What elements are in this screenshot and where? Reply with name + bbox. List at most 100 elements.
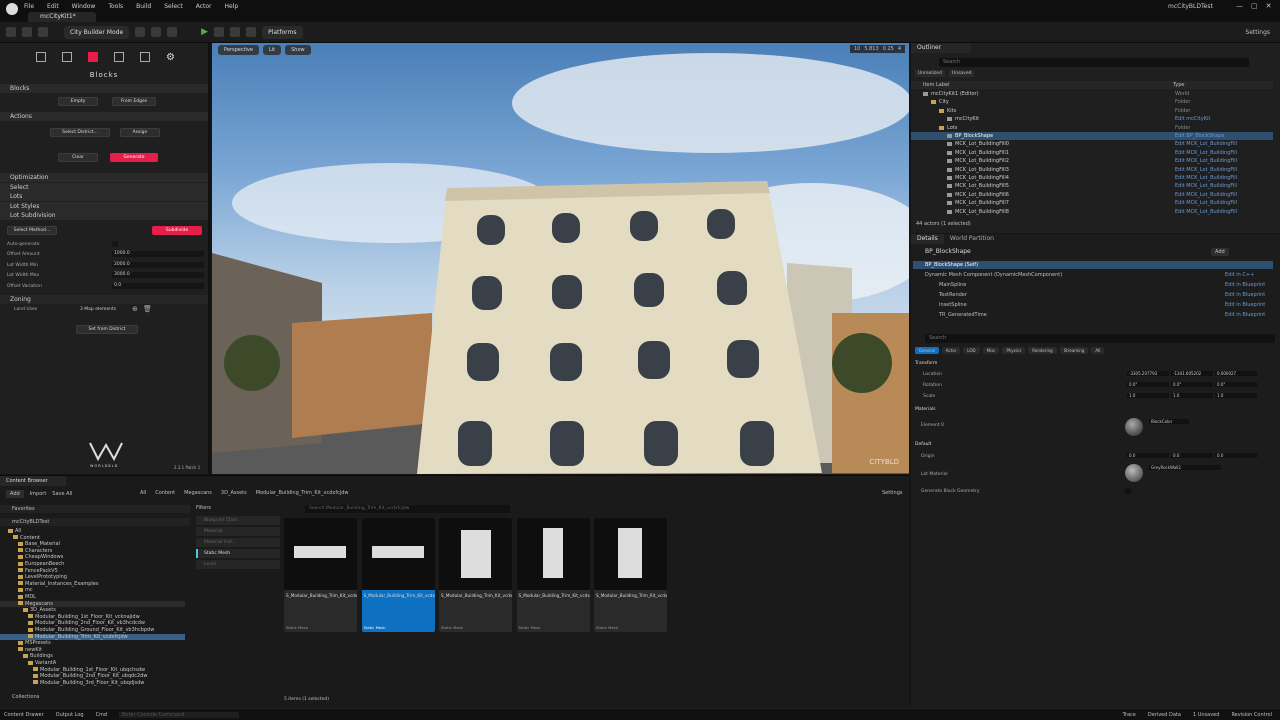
component-edit-link[interactable]: Edit in Blueprint (1225, 310, 1265, 320)
asset-tile[interactable]: S_Modular_Building_Trim_Kit_vcdxfcjdw_lo… (516, 518, 590, 632)
mode-dropdown[interactable]: City Builder Mode (64, 25, 130, 39)
component-edit-link[interactable]: Edit in Blueprint (1225, 290, 1265, 300)
breadcrumb-item[interactable]: All (140, 490, 146, 496)
outliner-row-type[interactable]: Edit MCK_Lot_BuildingFill (1175, 157, 1237, 165)
folder-tree-item[interactable]: Modular_Building_3rd_Floor_Kit_ubqdjsdw (0, 680, 185, 686)
outliner-search[interactable]: Search (939, 58, 1249, 67)
category-tab[interactable]: Rendering (1028, 347, 1057, 354)
menu-item-actor[interactable]: Actor (196, 3, 212, 10)
cb-save-all-button[interactable]: Save All (52, 491, 72, 497)
outliner-row-type[interactable]: Edit MCK_Lot_BuildingFill (1175, 140, 1237, 148)
generate-button[interactable]: Generate (110, 153, 158, 162)
outliner-row[interactable]: mcCityKit Edit mcCityKit (911, 115, 1273, 123)
add-actor-icon[interactable] (135, 27, 146, 37)
platforms-dropdown[interactable]: Platforms (262, 25, 303, 39)
breadcrumb-item[interactable]: Megascans (184, 490, 212, 496)
type-header[interactable]: Type (1173, 81, 1184, 89)
outliner-row-type[interactable]: Edit MCK_Lot_BuildingFill (1175, 166, 1237, 174)
origin-field[interactable]: 0.0 (1171, 453, 1213, 458)
output-log-button[interactable]: Output Log (56, 712, 84, 718)
component-row[interactable]: TextRender Edit in Blueprint (911, 290, 1273, 300)
component-row[interactable]: TR_GeneratedTime Edit in Blueprint (911, 310, 1273, 320)
perspective-button[interactable]: Perspective (218, 45, 259, 55)
transform-rot-field[interactable]: 0.0° (1171, 382, 1213, 387)
folder-tree-item[interactable]: Buildings (0, 653, 185, 659)
outliner-row-type[interactable]: Edit MCK_Lot_BuildingFill (1175, 182, 1237, 190)
section-select[interactable]: Select (0, 183, 208, 192)
component-edit-link[interactable]: Edit in Blueprint (1225, 280, 1265, 290)
folder-tree-item[interactable]: FencePackV5 (0, 568, 185, 574)
filter-item[interactable]: Material (196, 527, 280, 536)
outliner-row[interactable]: MCK_Lot_BuildingFill2 Edit MCK_Lot_Buildi… (911, 157, 1273, 165)
select-method-dropdown[interactable]: Select Method... (7, 226, 57, 235)
transform-loc-field[interactable]: 0.000027 (1215, 371, 1257, 376)
content-drawer-button[interactable]: Content Drawer (4, 712, 44, 718)
select-district-dropdown[interactable]: Select District... (50, 128, 110, 137)
asset-tile[interactable]: S_Modular_Building_Trim_Kit_vcdxfcjdw_lo… (361, 518, 435, 632)
default-header[interactable]: Default (915, 442, 931, 447)
breadcrumb-item[interactable]: Modular_Building_Trim_Kit_vcdxfcjdw (256, 490, 349, 496)
breadcrumb-item[interactable]: 3D_Assets (221, 490, 247, 496)
folder-tree-item[interactable]: Modular_Building_2nd_Floor_Kit_vb3hcdcdw (0, 620, 185, 626)
section-lot-subdivision[interactable]: Lot Subdivision (0, 211, 208, 220)
transform-scl-field[interactable]: 1.0 (1215, 393, 1257, 398)
settings-button[interactable]: Settings (1245, 29, 1270, 36)
trace-button[interactable]: Trace (1123, 712, 1136, 718)
outliner-filter-chip[interactable]: Unrealized (915, 70, 945, 77)
pause-icon[interactable] (214, 27, 225, 37)
blocks-icon[interactable] (88, 52, 98, 62)
outliner-row[interactable]: MCK_Lot_BuildingFill1 Edit MCK_Lot_Buildi… (911, 149, 1273, 157)
folder-tree-item[interactable]: Megascans (0, 600, 185, 607)
folder-tree-item[interactable]: Characters (0, 548, 185, 554)
set-from-district-button[interactable]: Set from District (76, 325, 138, 334)
category-tab[interactable]: All (1091, 347, 1105, 354)
field-value[interactable]: 1000.0 (112, 251, 204, 258)
item-label-header[interactable]: Item Label (923, 81, 949, 89)
menu-item-help[interactable]: Help (225, 3, 239, 10)
component-row[interactable]: InsetSpline Edit in Blueprint (911, 300, 1273, 310)
section-lots[interactable]: Lots (0, 192, 208, 201)
field-value[interactable]: 0.0 (112, 282, 204, 289)
outliner-row[interactable]: MCK_Lot_BuildingFill7 Edit MCK_Lot_Buildi… (911, 199, 1273, 207)
section-lot-styles[interactable]: Lot Styles (0, 202, 208, 211)
transform-loc-field[interactable]: -1341.605202 (1171, 371, 1213, 376)
outliner-row[interactable]: MCK_Lot_BuildingFill0 Edit MCK_Lot_Buildi… (911, 140, 1273, 148)
menu-item-select[interactable]: Select (164, 3, 183, 10)
folder-tree-item[interactable]: Base_Material (0, 541, 185, 547)
asset-tile[interactable]: S_Modular_Building_Trim_Kit_vcdxfcjdw_lo… (439, 518, 512, 632)
component-row[interactable]: Dynamic Mesh Component (DynamicMeshCompo… (911, 270, 1273, 280)
outliner-row[interactable]: mcCityKit1 (Editor) World (911, 90, 1273, 98)
transform-header[interactable]: Transform (915, 361, 937, 366)
component-row[interactable]: MainSpline Edit in Blueprint (911, 280, 1273, 290)
category-tab[interactable]: LOD (963, 347, 980, 354)
favorites-header[interactable]: Favorites (0, 505, 190, 513)
stop-icon[interactable] (230, 27, 241, 37)
cmd-dropdown[interactable]: Cmd (96, 712, 108, 718)
outliner-row-type[interactable]: Edit MCK_Lot_BuildingFill (1175, 191, 1237, 199)
field-value[interactable] (112, 241, 118, 247)
outliner-tab[interactable]: Outliner (911, 43, 971, 53)
folder-tree-item[interactable]: CheapWindows (0, 554, 185, 560)
folder-tree-item[interactable]: Modular_Building_2nd_Floor_Kit_ubqdc2dw (0, 673, 185, 679)
transform-scl-field[interactable]: 1.0 (1127, 393, 1169, 398)
filter-item[interactable]: Level (196, 560, 280, 569)
outliner-row[interactable]: BP_BlockShape Edit BP_BlockShape (911, 132, 1273, 141)
console-input[interactable]: Enter Console Command (119, 711, 240, 718)
transform-rot-field[interactable]: 0.0° (1215, 382, 1257, 387)
folder-tree-item[interactable]: Modular_Building_Trim_Kit_vcdxfcjdw (0, 633, 185, 640)
show-button[interactable]: Show (285, 45, 311, 55)
cb-import-button[interactable]: Import (30, 491, 47, 497)
asset-tile[interactable]: S_Modular_Building_Trim_Kit_vcdxfcjdw_lo… (284, 518, 357, 632)
asset-search[interactable]: Search Modular_Building_Trim_Kit_vcdxfcj… (305, 505, 510, 513)
lot-material-dropdown[interactable]: GreyRockWall2 (1149, 465, 1221, 470)
folder-tree-item[interactable]: MDL (0, 594, 185, 600)
angle-snap-value[interactable]: 5.813 (864, 46, 878, 52)
folder-tree-item[interactable]: EuropeanBeech (0, 561, 185, 567)
copy-icon[interactable] (114, 52, 124, 62)
folder-tree-item[interactable]: Modular_Building_1st_Floor_Kit_ubqchsdw (0, 667, 185, 673)
camera-speed-value[interactable]: 4 (898, 46, 901, 52)
grid-snap-value[interactable]: 10 (854, 46, 860, 52)
transform-loc-field[interactable]: -3305.207793 (1127, 371, 1169, 376)
category-tab[interactable]: Actor (941, 347, 961, 354)
outliner-row-type[interactable]: Edit MCK_Lot_BuildingFill (1175, 174, 1237, 182)
